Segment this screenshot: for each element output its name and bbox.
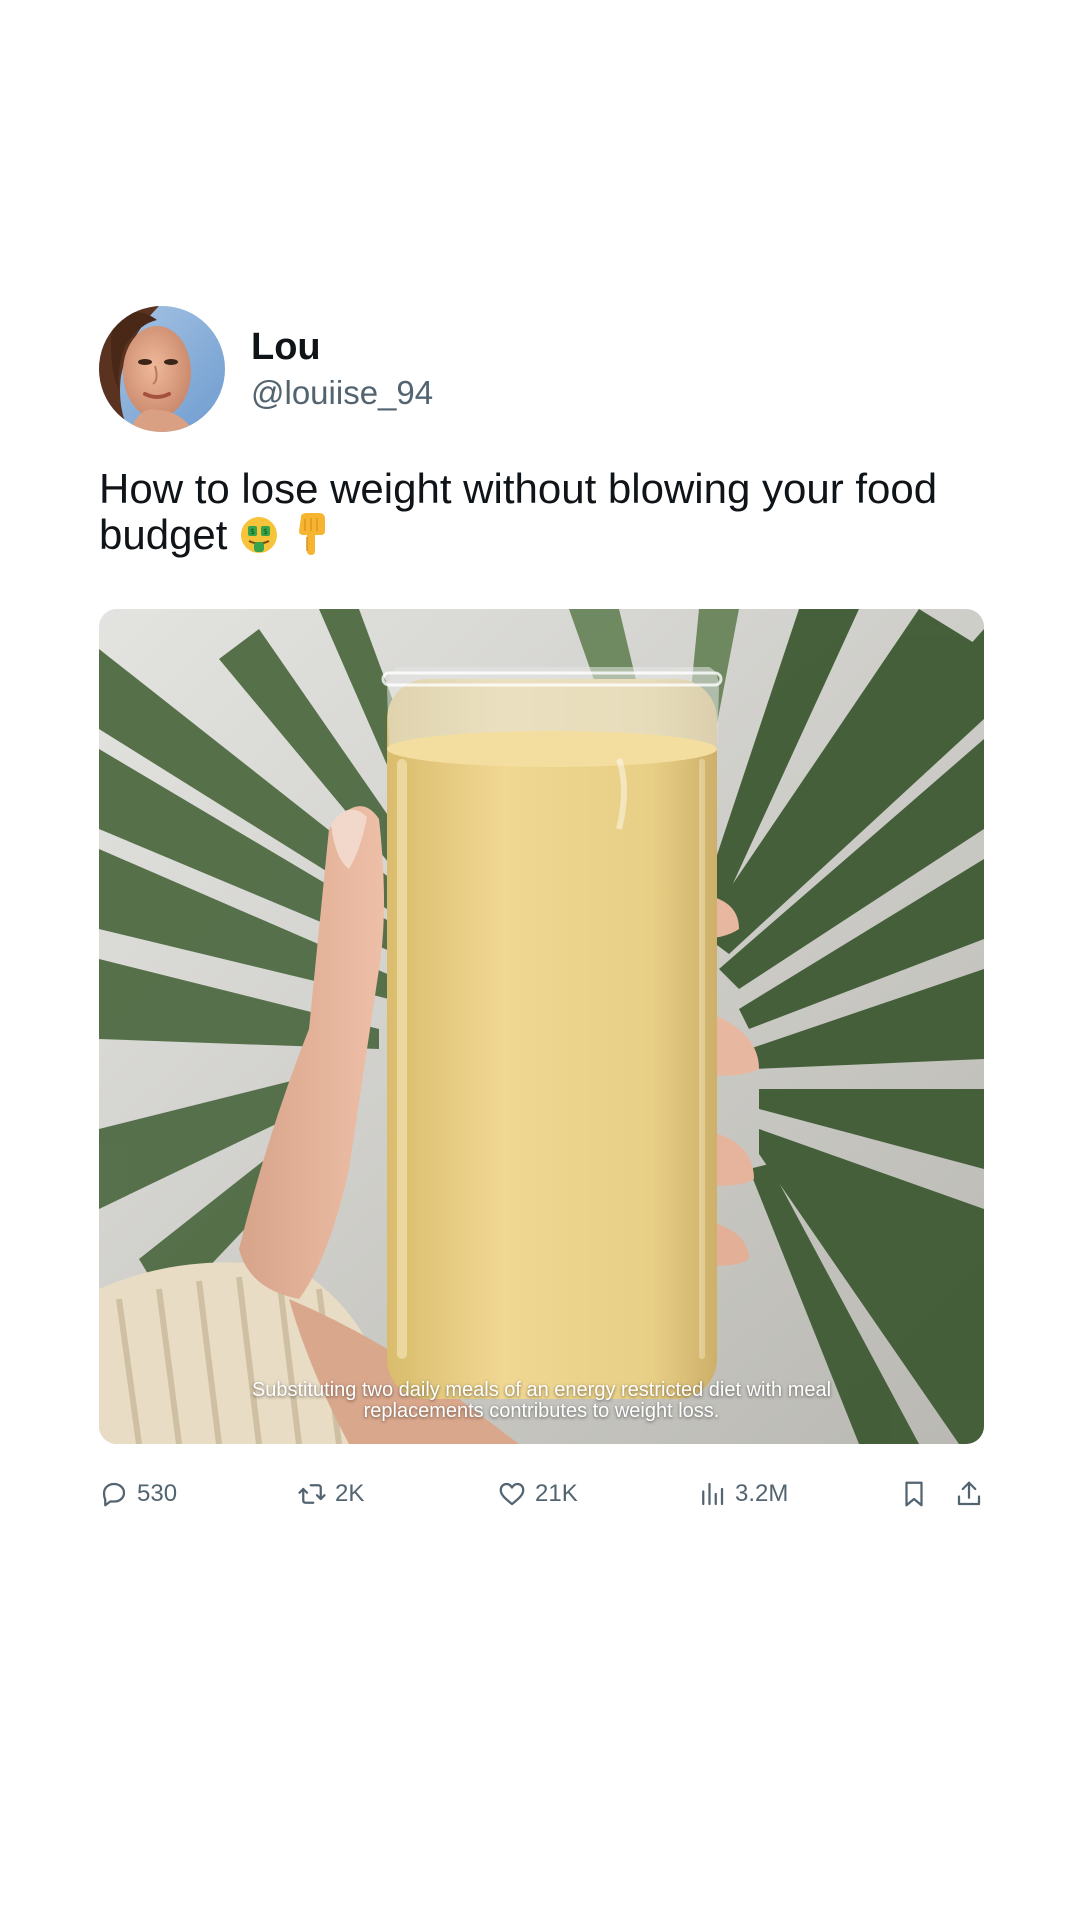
author-display-name[interactable]: Lou bbox=[251, 325, 433, 369]
svg-text:$: $ bbox=[263, 527, 268, 536]
reply-icon bbox=[99, 1479, 129, 1509]
bookmark-button[interactable] bbox=[899, 1474, 929, 1514]
bookmark-icon bbox=[899, 1479, 929, 1509]
repost-button[interactable]: 2K bbox=[297, 1474, 364, 1514]
repost-icon bbox=[297, 1479, 327, 1509]
heart-icon bbox=[497, 1479, 527, 1509]
smoothie-photo bbox=[99, 609, 984, 1444]
post-card: Lou @louiise_94 How to lose weight witho… bbox=[99, 306, 984, 1514]
post-text-block: How to lose weight without blowing your … bbox=[99, 466, 979, 564]
like-button[interactable]: 21K bbox=[497, 1474, 578, 1514]
reply-count: 530 bbox=[137, 1480, 178, 1507]
repost-count: 2K bbox=[335, 1480, 365, 1507]
post-header: Lou @louiise_94 bbox=[99, 306, 984, 432]
views-button[interactable]: 3.2M bbox=[697, 1474, 788, 1514]
author-handle[interactable]: @louiise_94 bbox=[251, 373, 433, 413]
media-caption: Substituting two daily meals of an energ… bbox=[251, 1379, 832, 1422]
author-names: Lou @louiise_94 bbox=[251, 325, 433, 413]
post-text: How to lose weight without blowing your … bbox=[99, 465, 938, 558]
reply-button[interactable]: 530 bbox=[99, 1474, 177, 1514]
share-button[interactable] bbox=[954, 1474, 984, 1514]
pointing-down-icon bbox=[295, 513, 327, 564]
action-bar: 530 2K 21K 3.2M bbox=[99, 1474, 984, 1514]
post-media[interactable]: Substituting two daily meals of an energ… bbox=[99, 609, 984, 1444]
money-mouth-face-icon: $ $ bbox=[239, 515, 279, 564]
like-count: 21K bbox=[535, 1480, 578, 1507]
svg-text:$: $ bbox=[250, 527, 255, 536]
view-count: 3.2M bbox=[735, 1480, 789, 1507]
avatar[interactable] bbox=[99, 306, 225, 432]
views-chart-icon bbox=[697, 1479, 727, 1509]
share-icon bbox=[954, 1479, 984, 1509]
